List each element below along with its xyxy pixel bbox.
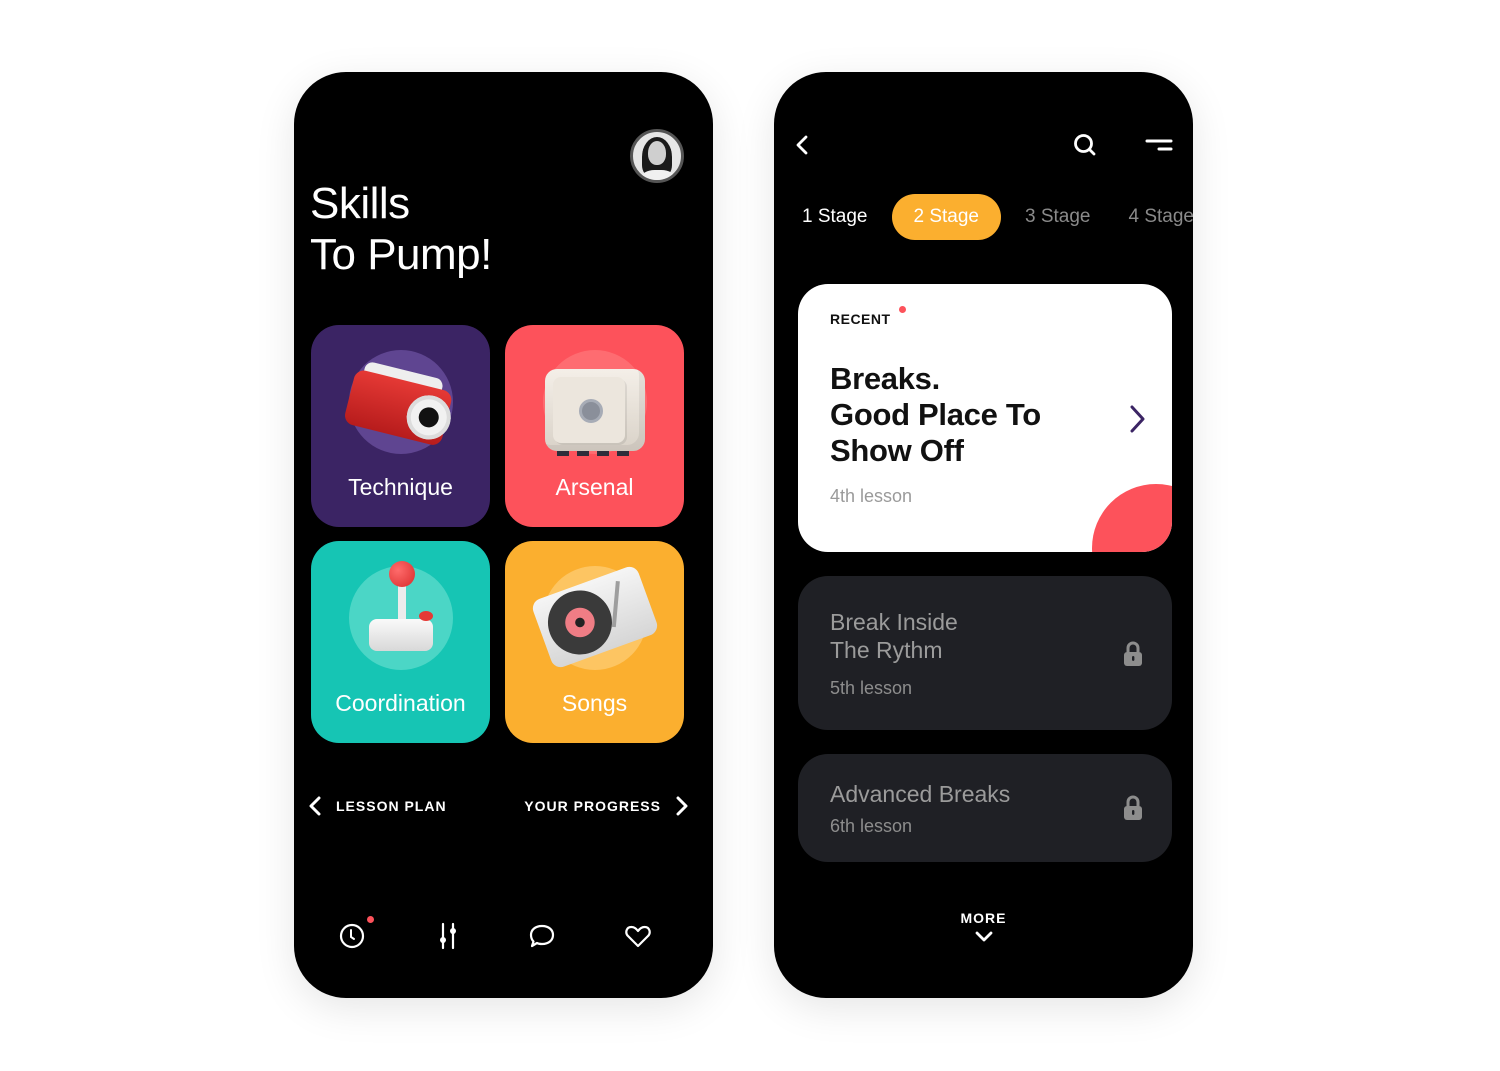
title-line: Break Inside (830, 609, 958, 635)
menu-icon (1145, 139, 1173, 151)
search-icon (1074, 134, 1096, 156)
title-line: Good Place To (830, 397, 1041, 432)
recent-lesson-card[interactable]: RECENT Breaks. Good Place To Show Off 4t… (798, 284, 1172, 552)
tile-technique[interactable]: Technique (311, 325, 490, 527)
tile-songs[interactable]: Songs (505, 541, 684, 743)
locked-lesson-card[interactable]: Advanced Breaks 6th lesson (798, 754, 1172, 862)
decorative-blob (1092, 484, 1172, 552)
tab-stage-4[interactable]: 4 Stage (1115, 194, 1194, 240)
lock-icon (1124, 795, 1142, 820)
lessons-screen: 1 Stage 2 Stage 3 Stage 4 Stage RECENT B… (774, 72, 1193, 998)
clock-icon (339, 923, 365, 949)
recent-badge: RECENT (830, 311, 891, 327)
your-progress-label: YOUR PROGRESS (524, 798, 661, 814)
your-progress-link[interactable]: YOUR PROGRESS (524, 796, 689, 816)
more-button[interactable]: MORE (774, 910, 1193, 949)
lesson-plan-link[interactable]: LESSON PLAN (308, 796, 447, 816)
tile-arsenal[interactable]: Arsenal (505, 325, 684, 527)
camera-icon (341, 353, 467, 457)
title-line: The Rythm (830, 637, 943, 663)
avatar-body (641, 170, 675, 180)
lesson-number: 6th lesson (830, 816, 913, 836)
tab-filters[interactable] (432, 920, 464, 952)
lesson-title: Break Inside The Rythm (830, 608, 958, 664)
locked-lesson-card[interactable]: Break Inside The Rythm 5th lesson (798, 576, 1172, 730)
page-title: Skills To Pump! (310, 178, 492, 280)
title-line: Skills (310, 179, 410, 228)
notification-dot (367, 916, 374, 923)
tile-label: Coordination (335, 690, 466, 716)
lesson-nav: LESSON PLAN YOUR PROGRESS (294, 796, 713, 820)
menu-button[interactable] (1144, 130, 1174, 160)
joystick-icon (363, 561, 443, 661)
avatar-face (648, 141, 666, 165)
tile-label: Songs (561, 690, 628, 716)
safe-icon (545, 369, 645, 456)
user-avatar[interactable] (630, 129, 684, 183)
title-line: To Pump! (310, 230, 492, 279)
tab-favorites[interactable] (622, 920, 654, 952)
search-button[interactable] (1070, 130, 1100, 160)
bottom-tab-bar (294, 916, 713, 952)
tile-label: Technique (348, 474, 453, 500)
chevron-right-icon[interactable] (1126, 402, 1148, 436)
title-line: Advanced Breaks (830, 781, 1011, 807)
chevron-left-icon (309, 796, 321, 816)
more-label: MORE (960, 910, 1007, 926)
chevron-left-icon (796, 135, 808, 155)
lesson-number: 5th lesson (830, 678, 913, 698)
tab-stage-1[interactable]: 1 Stage (788, 194, 882, 240)
tab-stage-3[interactable]: 3 Stage (1011, 194, 1105, 240)
stage-tabs: 1 Stage 2 Stage 3 Stage 4 Stage (802, 194, 1193, 240)
skills-screen: Skills To Pump! Technique Arsenal Coordi… (294, 72, 713, 998)
tile-label: Arsenal (555, 474, 634, 500)
lesson-number: 4th lesson (830, 486, 913, 506)
recent-dot (899, 306, 906, 313)
lesson-title: Advanced Breaks (830, 780, 1010, 808)
tab-chat[interactable] (526, 920, 558, 952)
title-line: Show Off (830, 433, 964, 468)
title-line: Breaks. (830, 361, 940, 396)
chevron-right-icon (676, 796, 688, 816)
tile-coordination[interactable]: Coordination (311, 541, 490, 743)
sliders-icon (440, 922, 456, 950)
tab-stage-2[interactable]: 2 Stage (891, 194, 1001, 240)
lesson-title: Breaks. Good Place To Show Off (830, 361, 1041, 469)
tab-history[interactable] (336, 920, 368, 952)
heart-icon (625, 925, 651, 948)
lesson-plan-label: LESSON PLAN (336, 798, 447, 814)
turntable-icon (530, 564, 660, 670)
back-button[interactable] (788, 130, 818, 160)
chat-icon (529, 924, 555, 948)
lock-icon (1124, 641, 1142, 666)
chevron-down-icon (975, 931, 992, 942)
